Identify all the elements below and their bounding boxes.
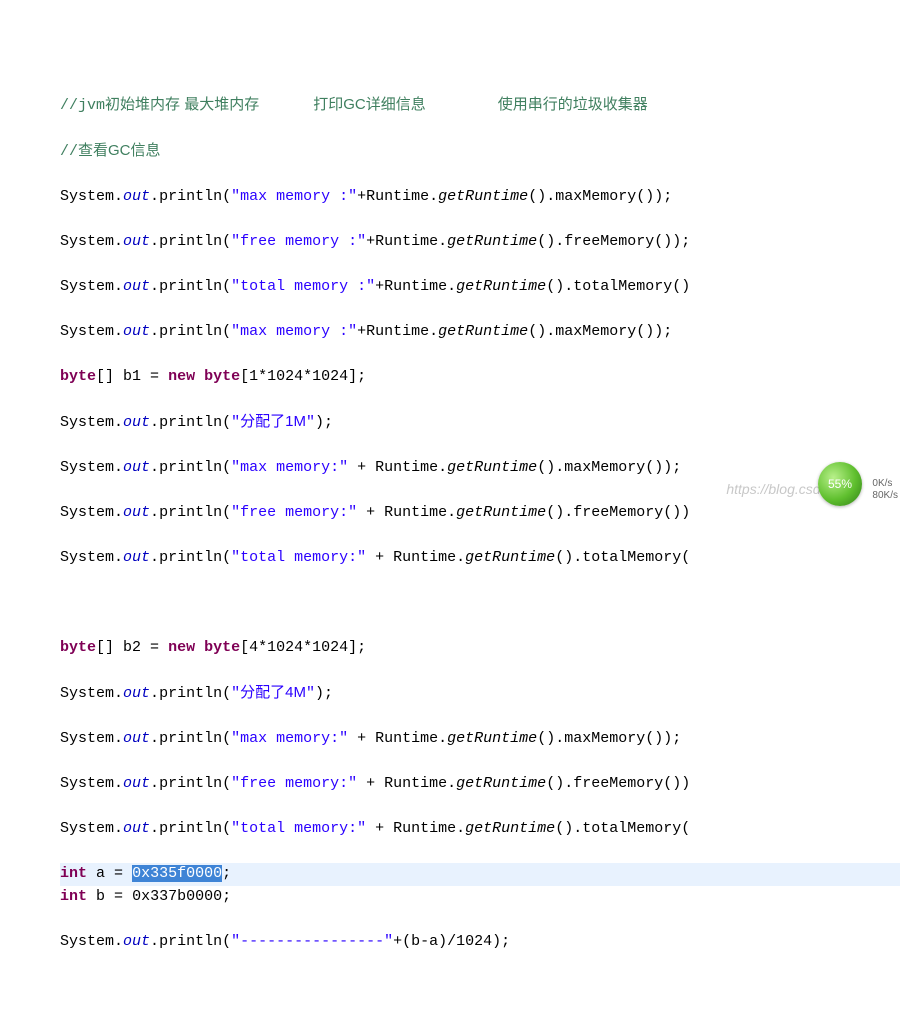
code-line: byte[] b1 = new byte[1*1024*1024]; bbox=[60, 366, 900, 389]
progress-badge: 55% bbox=[818, 462, 862, 506]
string-literal: "total memory :" bbox=[231, 278, 375, 295]
comment-cn: 初始堆内存 最大堆内存 bbox=[105, 96, 259, 113]
code-line: System.out.println("----------------"+(b… bbox=[60, 931, 900, 954]
string-literal: "total memory:" bbox=[231, 549, 366, 566]
comment-cn: 使用串行的垃圾收集器 bbox=[498, 96, 648, 113]
code-line: System.out.println("total memory:" + Run… bbox=[60, 547, 900, 570]
string-literal: "max memory :" bbox=[231, 323, 357, 340]
code-line: System.out.println("max memory:" + Runti… bbox=[60, 728, 900, 751]
comment-cn: 打印GC详细信息 bbox=[313, 96, 426, 113]
code-line: System.out.println("分配了4M"); bbox=[60, 682, 900, 706]
string-literal: "max memory :" bbox=[231, 188, 357, 205]
string-literal: "free memory:" bbox=[231, 504, 357, 521]
comment: //jvm bbox=[60, 97, 105, 114]
code-line: System.out.println("free memory:" + Runt… bbox=[60, 773, 900, 796]
highlighted-line[interactable]: int a = 0x335f0000; bbox=[60, 863, 900, 886]
code-line: System.out.println("max memory :"+Runtim… bbox=[60, 186, 900, 209]
code-line: System.out.println("分配了1M"); bbox=[60, 411, 900, 435]
comment: // bbox=[60, 143, 78, 160]
blank-line bbox=[60, 592, 900, 615]
code-line: System.out.println("total memory :"+Runt… bbox=[60, 276, 900, 299]
code-line: System.out.println("max memory :"+Runtim… bbox=[60, 321, 900, 344]
code-line: //jvm初始堆内存 最大堆内存 打印GC详细信息 使用串行的垃圾收集器 bbox=[60, 94, 900, 118]
code-line: int b = 0x337b0000; bbox=[60, 886, 900, 909]
text-selection[interactable]: 0x335f0000 bbox=[132, 865, 222, 882]
string-literal: "free memory :" bbox=[231, 233, 366, 250]
keyword-new: new bbox=[168, 368, 195, 385]
code-line: byte[] b2 = new byte[4*1024*1024]; bbox=[60, 637, 900, 660]
comment-cn: 查看GC信息 bbox=[78, 142, 161, 159]
code-line: System.out.println("total memory:" + Run… bbox=[60, 818, 900, 841]
string-literal: "----------------" bbox=[231, 933, 393, 950]
string-literal-cn: 分配了4M bbox=[240, 684, 306, 701]
code-line: System.out.println("free memory:" + Runt… bbox=[60, 502, 900, 525]
code-line: //查看GC信息 bbox=[60, 140, 900, 164]
keyword-int: int bbox=[60, 865, 87, 882]
keyword-byte: byte bbox=[60, 368, 96, 385]
field-out: out bbox=[123, 188, 150, 205]
code-line: System.out.println("max memory:" + Runti… bbox=[60, 457, 900, 480]
speed-indicator: 0K/s80K/s bbox=[872, 478, 898, 502]
string-literal-cn: 分配了1M bbox=[240, 413, 306, 430]
string-literal: "max memory:" bbox=[231, 459, 348, 476]
code-line: System.out.println("free memory :"+Runti… bbox=[60, 231, 900, 254]
